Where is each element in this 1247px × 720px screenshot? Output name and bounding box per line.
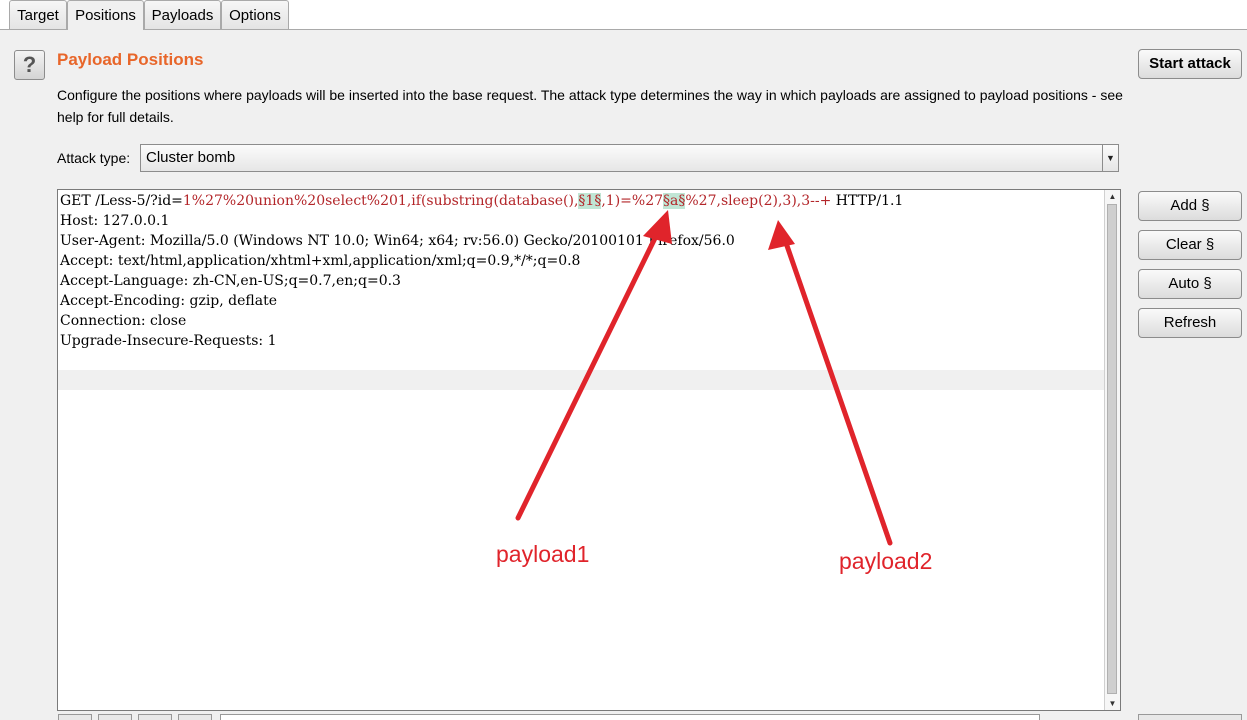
bottom-toolbar xyxy=(0,714,1247,720)
attack-type-label: Attack type: xyxy=(57,150,131,166)
auto-markers-button[interactable]: Auto § xyxy=(1138,269,1242,299)
start-attack-button[interactable]: Start attack xyxy=(1138,49,1242,79)
help-icon[interactable]: ? xyxy=(14,50,45,80)
header-line: User-Agent: Mozilla/5.0 (Windows NT 10.0… xyxy=(60,233,735,249)
tab-strip: Target Positions Payloads Options xyxy=(0,0,1247,30)
page-title: Payload Positions xyxy=(57,50,204,69)
scroll-down-icon[interactable]: ▼ xyxy=(1105,697,1120,710)
request-method-path: GET /Less-5/?id= xyxy=(60,193,183,209)
attack-type-value: Cluster bomb xyxy=(146,149,236,166)
tab-target[interactable]: Target xyxy=(9,0,67,29)
scroll-up-icon[interactable]: ▲ xyxy=(1105,190,1120,203)
header-line: Accept-Encoding: gzip, deflate xyxy=(60,293,278,309)
request-editor[interactable]: GET /Less-5/?id=1%27%20union%20select%20… xyxy=(57,189,1121,711)
search-input[interactable] xyxy=(220,714,1040,720)
current-line-highlight xyxy=(58,370,1106,390)
request-line: GET /Less-5/?id=1%27%20union%20select%20… xyxy=(60,191,903,211)
header-line: Host: 127.0.0.1 xyxy=(60,213,170,229)
header-line: Upgrade-Insecure-Requests: 1 xyxy=(60,333,277,349)
scrollbar-thumb[interactable] xyxy=(1107,204,1117,694)
add-marker-button[interactable]: Add § xyxy=(1138,191,1242,221)
param-value-part: 1%27%20union%20select%201,if(substring(d… xyxy=(182,193,579,209)
tab-payloads[interactable]: Payloads xyxy=(144,0,221,29)
nav-button[interactable] xyxy=(98,714,132,720)
tab-options[interactable]: Options xyxy=(221,0,289,29)
clear-markers-button[interactable]: Clear § xyxy=(1138,230,1242,260)
header-line: Connection: close xyxy=(60,313,187,329)
header-line: Accept-Language: zh-CN,en-US;q=0.7,en;q=… xyxy=(60,273,401,289)
attack-type-select[interactable]: Cluster bomb ▼ xyxy=(140,144,1119,172)
page-description: Configure the positions where payloads w… xyxy=(57,87,1123,125)
tab-positions[interactable]: Positions xyxy=(67,0,144,30)
nav-button[interactable] xyxy=(138,714,172,720)
payload-marker-1[interactable]: §1§ xyxy=(578,193,602,209)
http-version: HTTP/1.1 xyxy=(831,193,904,209)
nav-button[interactable] xyxy=(178,714,212,720)
param-value-part: %27,sleep(2),3),3--+ xyxy=(685,193,832,209)
param-value-part: ,1)=%27 xyxy=(601,193,664,209)
request-text: GET /Less-5/?id=1%27%20union%20select%20… xyxy=(60,191,903,351)
annotation-payload2: payload2 xyxy=(839,548,933,574)
editor-scrollbar[interactable]: ▲ ▼ xyxy=(1104,190,1120,710)
payload-marker-2[interactable]: §a§ xyxy=(663,193,686,209)
annotation-payload1: payload1 xyxy=(496,541,590,567)
refresh-button[interactable]: Refresh xyxy=(1138,308,1242,338)
bottom-button[interactable] xyxy=(1138,714,1242,720)
nav-button[interactable] xyxy=(58,714,92,720)
chevron-down-icon[interactable]: ▼ xyxy=(1102,145,1118,171)
header-line: Accept: text/html,application/xhtml+xml,… xyxy=(60,253,581,269)
